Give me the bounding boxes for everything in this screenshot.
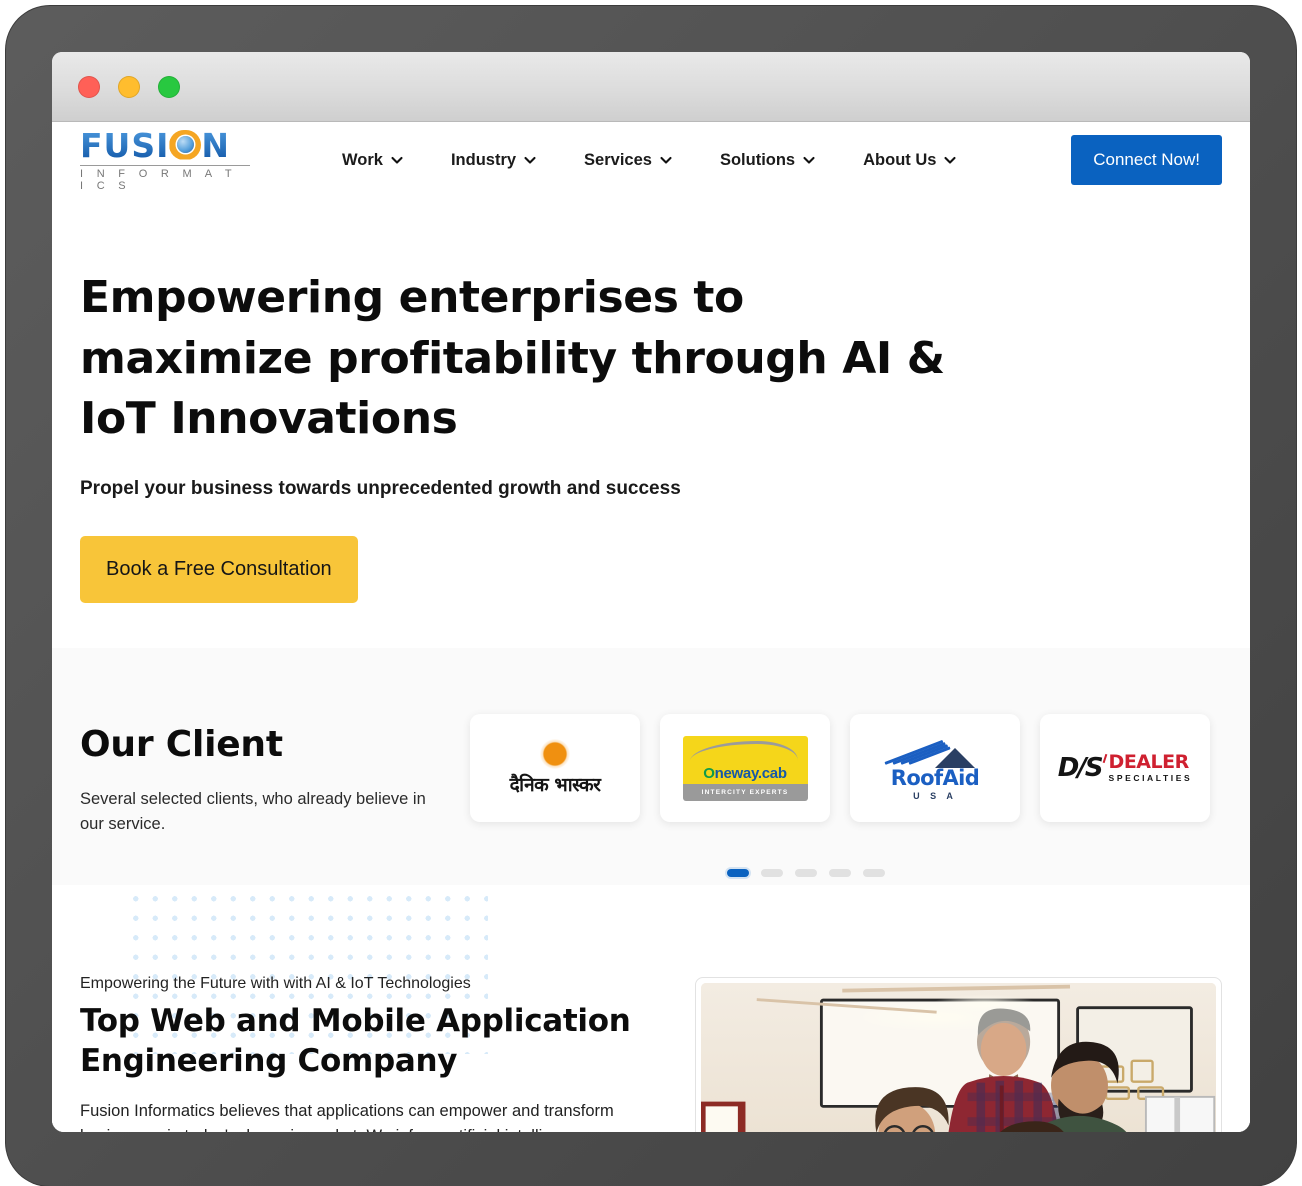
team-collaboration-photo <box>701 982 1216 1132</box>
browser-titlebar <box>52 52 1250 122</box>
nav-item-work[interactable]: Work <box>342 151 403 170</box>
minimize-window-button[interactable] <box>118 75 140 98</box>
roof-icon <box>877 739 993 770</box>
client-logo-card[interactable]: Oneway.cab INTERCITY EXPERTS <box>660 714 830 823</box>
nav-item-about-us[interactable]: About Us <box>863 150 957 170</box>
client-logo-tagline: U S A <box>913 790 957 801</box>
client-logo-tagline: INTERCITY EXPERTS <box>682 783 808 801</box>
about-paragraph: Fusion Informatics believes that applica… <box>80 1102 614 1132</box>
clients-description: Several selected clients, who already be… <box>80 790 426 833</box>
client-logo-card[interactable]: D/S DEALER SPECIALTIES <box>1040 714 1210 823</box>
carousel-dot-1[interactable] <box>727 868 749 877</box>
about-text-column: Empowering the Future with with AI & IoT… <box>80 975 665 1132</box>
book-free-consultation-button[interactable]: Book a Free Consultation <box>80 536 358 604</box>
browser-window: FUSI N I N F O R M A T I C S Work Indust… <box>52 52 1250 1132</box>
chevron-down-icon <box>803 156 815 164</box>
chevron-down-icon <box>944 156 957 164</box>
logo-globe-icon <box>168 129 202 161</box>
car-icon <box>689 740 800 761</box>
nav-label-work: Work <box>342 150 383 169</box>
logo-wordmark: FUSI N <box>80 129 250 162</box>
sun-icon <box>539 739 570 770</box>
roofaid-usa-logo: RoofAid U S A <box>877 736 993 801</box>
chevron-down-icon <box>660 156 672 164</box>
site-header: FUSI N I N F O R M A T I C S Work Indust… <box>52 122 1250 198</box>
nav-label-solutions: Solutions <box>719 150 796 169</box>
nav-item-services[interactable]: Services <box>584 151 672 170</box>
logo-text-n: N <box>201 125 231 165</box>
maximize-window-button[interactable] <box>158 75 180 98</box>
carousel-dot-3[interactable] <box>795 868 817 877</box>
nav-item-solutions[interactable]: Solutions <box>720 151 815 170</box>
oneway-cab-logo: Oneway.cab INTERCITY EXPERTS <box>682 735 808 801</box>
clients-title: Our Client <box>80 724 283 766</box>
logo-divider <box>80 164 250 166</box>
nav-label-about-us: About Us <box>863 150 937 169</box>
site-logo[interactable]: FUSI N I N F O R M A T I C S <box>80 129 250 192</box>
nav-label-services: Services <box>584 150 652 169</box>
hero-heading: Empowering enterprises to maximize profi… <box>80 272 945 445</box>
about-photo-card <box>695 976 1222 1132</box>
client-logo-text: Oneway.cab <box>703 764 787 782</box>
about-section: Empowering the Future with with AI & IoT… <box>52 884 1250 1132</box>
client-logo-tagline: SPECIALTIES <box>1108 773 1193 784</box>
carousel-dot-5[interactable] <box>863 868 885 877</box>
nav-label-industry: Industry <box>450 150 517 169</box>
about-eyebrow: Empowering the Future with with AI & IoT… <box>80 974 471 992</box>
ds-monogram-icon: D/S <box>1057 753 1104 784</box>
client-logo-text: दैनिक भास्कर <box>509 774 601 797</box>
client-logo-text: DEALER <box>1108 751 1190 774</box>
chevron-down-icon <box>391 156 403 164</box>
hero-subheading: Propel your business towards unprecedent… <box>80 478 681 500</box>
client-logo-carousel[interactable]: दैनिक भास्कर Oneway.cab INTERCITY EXPERT… <box>470 714 1210 823</box>
client-logo-card[interactable]: RoofAid U S A <box>850 714 1020 823</box>
about-heading: Top Web and Mobile Application Engineeri… <box>80 1002 631 1079</box>
nav-item-industry[interactable]: Industry <box>451 151 536 170</box>
connect-now-button[interactable]: Connect Now! <box>1071 135 1222 185</box>
clients-section: Our Client Several selected clients, who… <box>52 648 1250 885</box>
hero-section: Empowering enterprises to maximize profi… <box>52 198 1250 604</box>
carousel-dot-4[interactable] <box>829 868 851 877</box>
dainik-bhaskar-logo: दैनिक भास्कर <box>510 739 601 797</box>
clients-intro: Our Client Several selected clients, who… <box>80 710 470 837</box>
logo-text-fusi: FUSI <box>80 125 170 165</box>
close-window-button[interactable] <box>78 75 100 98</box>
carousel-indicators <box>52 868 1250 877</box>
logo-subtitle: I N F O R M A T I C S <box>80 167 237 192</box>
chevron-down-icon <box>524 156 536 164</box>
main-navigation: Work Industry Services Solutions About U… <box>342 150 957 170</box>
client-logo-card[interactable]: दैनिक भास्कर <box>470 714 640 823</box>
dealer-specialties-logo: D/S DEALER SPECIALTIES <box>1058 753 1193 783</box>
carousel-dot-2[interactable] <box>761 868 783 877</box>
page-content: FUSI N I N F O R M A T I C S Work Indust… <box>52 122 1250 1132</box>
